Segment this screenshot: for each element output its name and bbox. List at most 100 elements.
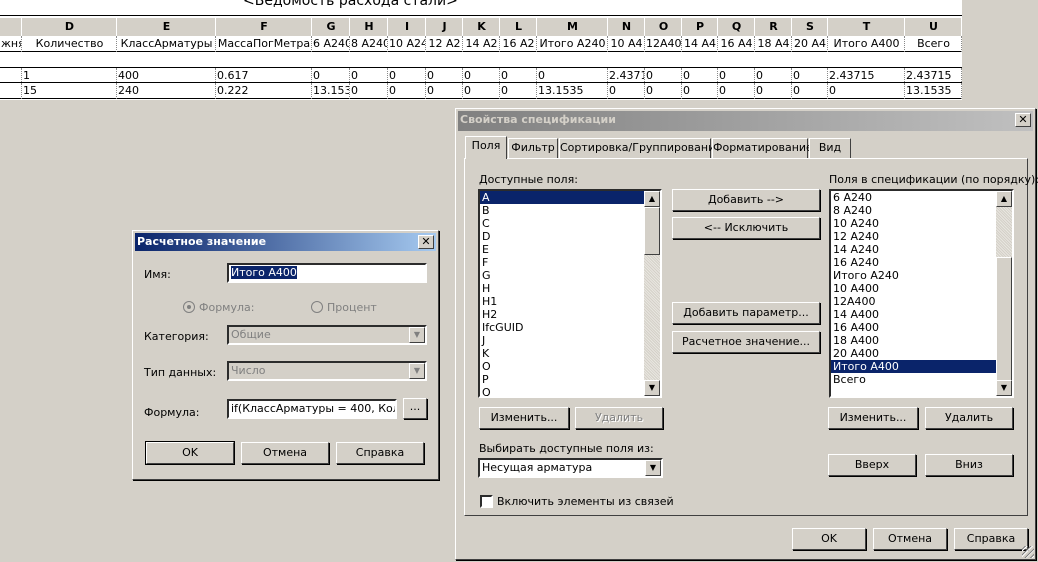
- table-cell[interactable]: 0.222: [216, 83, 312, 99]
- column-header[interactable]: 18 А4: [755, 36, 792, 52]
- add-field-button[interactable]: Добавить -->: [672, 189, 820, 211]
- table-cell[interactable]: 0: [350, 83, 388, 99]
- scrollbar-thumb[interactable]: [644, 207, 660, 255]
- close-icon[interactable]: ✕: [418, 235, 434, 249]
- table-cell[interactable]: 1: [22, 68, 117, 84]
- list-item[interactable]: G: [480, 269, 644, 282]
- column-letter[interactable]: G: [312, 18, 350, 36]
- list-item[interactable]: 6 А240: [831, 191, 996, 204]
- column-letter[interactable]: F: [216, 18, 312, 36]
- move-down-button[interactable]: Вниз: [925, 454, 1013, 476]
- table-cell[interactable]: 0: [718, 83, 755, 99]
- list-item[interactable]: J: [480, 334, 644, 347]
- table-cell[interactable]: 0: [645, 83, 682, 99]
- tab-fields[interactable]: Поля: [465, 136, 507, 159]
- table-cell[interactable]: 0: [500, 68, 537, 84]
- column-letter[interactable]: K: [463, 18, 500, 36]
- scroll-down-icon[interactable]: ▼: [644, 380, 660, 396]
- list-item[interactable]: 16 А240: [831, 256, 996, 269]
- table-cell[interactable]: 0: [426, 68, 463, 84]
- name-input[interactable]: Итого А400: [227, 263, 427, 283]
- tab-formatting[interactable]: Форматирование: [712, 138, 813, 158]
- column-header[interactable]: Количество: [22, 36, 117, 52]
- cancel-button[interactable]: Отмена: [241, 442, 329, 464]
- table-cell[interactable]: 0: [426, 83, 463, 99]
- delete-field-button[interactable]: Удалить: [575, 407, 663, 429]
- move-up-button[interactable]: Вверх: [828, 454, 916, 476]
- percent-radio[interactable]: [311, 301, 323, 313]
- dialog-titlebar[interactable]: Расчетное значение ✕: [135, 233, 436, 251]
- table-cell[interactable]: 0: [755, 83, 792, 99]
- column-header[interactable]: 12А40: [645, 36, 682, 52]
- available-fields-list[interactable]: A B C D E F G H H1 H2 IfcGUID J K O P Q ▲ ▼: [478, 189, 662, 398]
- table-cell[interactable]: [0, 68, 22, 84]
- scheduled-fields-list[interactable]: 6 А240 8 А240 10 А240 12 А240 14 А240 16 А240…: [829, 189, 1014, 398]
- column-header[interactable]: Всего: [905, 36, 962, 52]
- chevron-down-icon[interactable]: ▼: [409, 327, 425, 343]
- table-cell[interactable]: 0: [645, 68, 682, 84]
- list-item[interactable]: 12 А240: [831, 230, 996, 243]
- scroll-up-icon[interactable]: ▲: [644, 191, 660, 207]
- column-letter[interactable]: I: [388, 18, 426, 36]
- delete-scheduled-field-button[interactable]: Удалить: [925, 407, 1013, 429]
- category-dropdown[interactable]: Общие ▼: [227, 325, 427, 345]
- table-cell[interactable]: 13.1535: [905, 83, 962, 99]
- column-header[interactable]: 10 А24: [388, 36, 426, 52]
- formula-input[interactable]: if(КлассАрматуры = 400, Количество: [227, 399, 397, 419]
- table-cell[interactable]: 0: [388, 68, 426, 84]
- table-cell[interactable]: 0: [608, 83, 645, 99]
- table-cell[interactable]: [0, 83, 22, 99]
- list-item[interactable]: IfcGUID: [480, 321, 644, 334]
- column-header[interactable]: КлассАрматуры: [117, 36, 216, 52]
- list-item[interactable]: 12А400: [831, 295, 996, 308]
- table-cell[interactable]: 2.4371: [608, 68, 645, 84]
- column-letter[interactable]: M: [537, 18, 608, 36]
- column-header[interactable]: 6 А240: [312, 36, 350, 52]
- table-cell[interactable]: 0: [828, 83, 905, 99]
- table-cell[interactable]: 240: [117, 83, 216, 99]
- select-from-dropdown[interactable]: Несущая арматура ▼: [478, 458, 663, 478]
- tab-sorting-grouping[interactable]: Сортировка/Группирование: [559, 138, 722, 158]
- column-header[interactable]: 14 А2: [463, 36, 500, 52]
- list-item[interactable]: H2: [480, 308, 644, 321]
- list-item[interactable]: P: [480, 373, 644, 386]
- formula-radio[interactable]: [183, 301, 195, 313]
- table-cell[interactable]: 0: [312, 68, 350, 84]
- scroll-down-icon[interactable]: ▼: [996, 380, 1012, 396]
- list-item[interactable]: Q: [480, 386, 644, 396]
- table-row[interactable]: 15 240 0.222 13.153 0 0 0 0 0 13.1535 0 0 0 0 0 0 0 13.15…: [0, 83, 962, 99]
- column-letter[interactable]: D: [22, 18, 117, 36]
- remove-field-button[interactable]: <-- Исключить: [672, 217, 820, 239]
- close-icon[interactable]: ✕: [1015, 113, 1031, 127]
- list-item[interactable]: 20 А400: [831, 347, 996, 360]
- column-header[interactable]: МассаПогМетра: [216, 36, 312, 52]
- column-letter[interactable]: J: [426, 18, 463, 36]
- column-letter[interactable]: L: [500, 18, 537, 36]
- column-header[interactable]: жня: [0, 36, 22, 52]
- table-cell[interactable]: 0: [792, 83, 828, 99]
- calculated-value-button[interactable]: Расчетное значение...: [672, 331, 820, 353]
- list-item[interactable]: Итого А400: [831, 360, 996, 373]
- table-cell[interactable]: 15: [22, 83, 117, 99]
- list-item[interactable]: K: [480, 347, 644, 360]
- include-links-checkbox[interactable]: [480, 495, 493, 508]
- table-cell[interactable]: 0: [500, 83, 537, 99]
- column-header[interactable]: 8 А240: [350, 36, 388, 52]
- column-header[interactable]: 16 А2: [500, 36, 537, 52]
- list-item[interactable]: Всего: [831, 373, 996, 386]
- list-item[interactable]: Итого А240: [831, 269, 996, 282]
- list-item[interactable]: 10 А240: [831, 217, 996, 230]
- cancel-button[interactable]: Отмена: [873, 528, 947, 550]
- ok-button[interactable]: OK: [145, 441, 235, 465]
- table-cell[interactable]: 2.43715: [828, 68, 905, 84]
- table-cell[interactable]: 0: [463, 68, 500, 84]
- chevron-down-icon[interactable]: ▼: [409, 363, 425, 379]
- column-letter[interactable]: S: [792, 18, 828, 36]
- column-letter[interactable]: O: [645, 18, 682, 36]
- resize-grip-icon[interactable]: [1022, 546, 1034, 558]
- datatype-dropdown[interactable]: Число ▼: [227, 361, 427, 381]
- list-item[interactable]: B: [480, 204, 644, 217]
- list-item[interactable]: H1: [480, 295, 644, 308]
- scrollbar[interactable]: ▲ ▼: [644, 191, 660, 396]
- column-header[interactable]: 10 А4: [608, 36, 645, 52]
